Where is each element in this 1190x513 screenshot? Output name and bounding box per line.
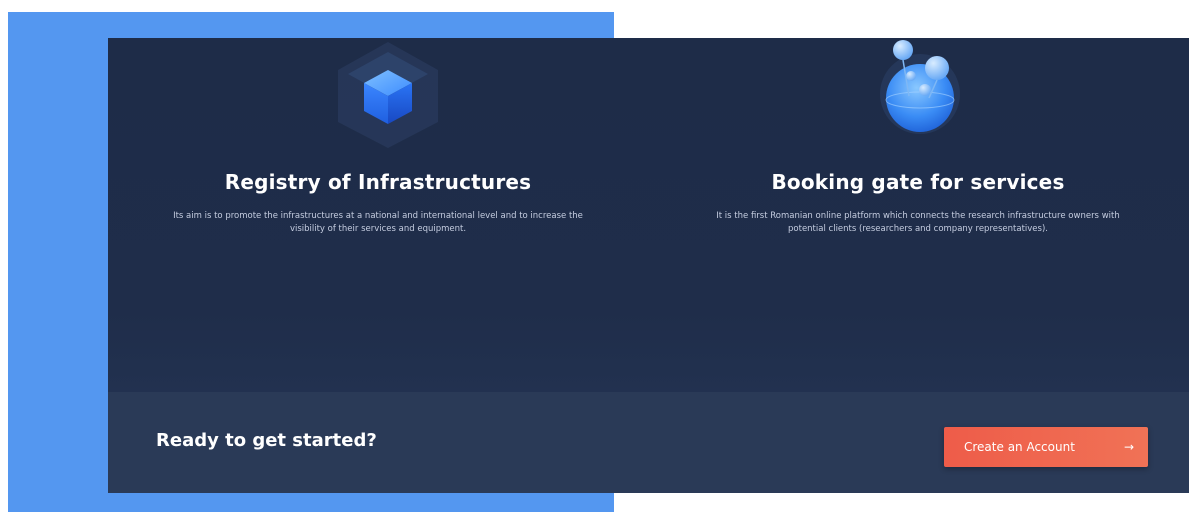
feature-title: Registry of Infrastructures [224,170,532,194]
arrow-right-icon: → [1123,440,1134,454]
feature-title: Booking gate for services [771,170,1065,194]
feature-description: Its aim is to promote the infrastructure… [173,211,583,234]
cta-heading: Ready to get started? [156,430,377,451]
cube-icon [338,42,438,148]
feature-description: It is the first Romanian online platform… [716,211,1120,234]
globe-bubbles-icon [880,40,960,134]
create-account-label: Create an Account [964,440,1075,454]
features-panel: Registry of Infrastructures Its aim is t… [108,38,1189,493]
cta-bar: Ready to get started? Create an Account … [108,392,1189,493]
create-account-button[interactable]: Create an Account → [944,427,1148,467]
